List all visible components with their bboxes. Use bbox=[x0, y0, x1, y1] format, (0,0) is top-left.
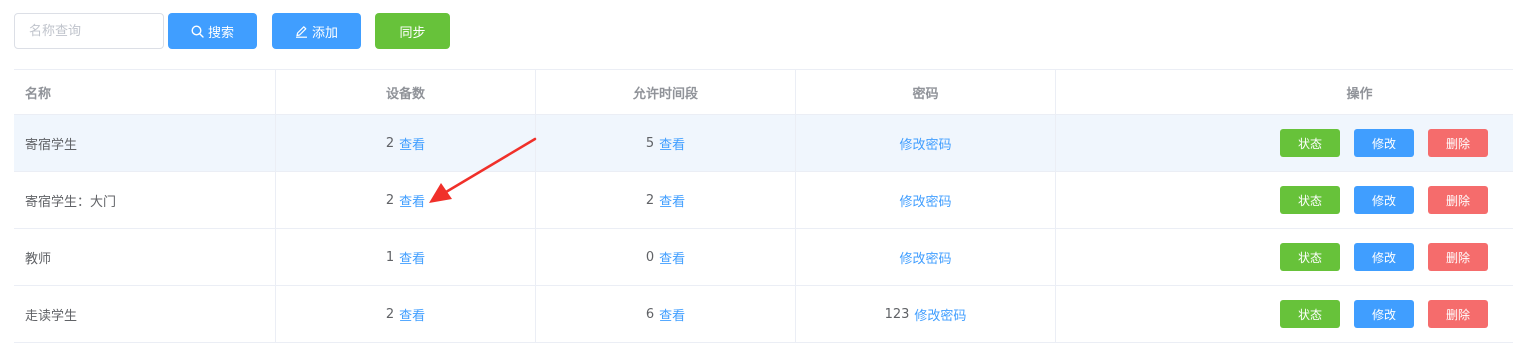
device-count: 1 bbox=[385, 249, 395, 265]
row-devices: 2 查看 bbox=[276, 115, 536, 171]
table-row: 教师 1 查看 0 查看 修改密码 状态 修改 删除 bbox=[14, 229, 1513, 286]
period-count: 5 bbox=[645, 135, 655, 151]
edit-button[interactable]: 修改 bbox=[1354, 243, 1414, 271]
row-actions: 状态 修改 删除 bbox=[1056, 286, 1513, 342]
sync-button[interactable]: 同步 bbox=[375, 13, 450, 49]
row-name: 教师 bbox=[14, 229, 276, 285]
delete-button[interactable]: 删除 bbox=[1428, 243, 1488, 271]
row-password: 123 修改密码 bbox=[796, 286, 1056, 342]
period-count: 6 bbox=[645, 306, 655, 322]
row-actions: 状态 修改 删除 bbox=[1056, 115, 1513, 171]
table-row: 走读学生 2 查看 6 查看 123 修改密码 状态 修改 删除 bbox=[14, 286, 1513, 343]
period-count: 0 bbox=[645, 249, 655, 265]
edit-button[interactable]: 修改 bbox=[1354, 129, 1414, 157]
view-devices-link[interactable]: 查看 bbox=[399, 191, 425, 210]
row-periods: 5 查看 bbox=[536, 115, 796, 171]
row-devices: 2 查看 bbox=[276, 286, 536, 342]
device-count: 2 bbox=[385, 135, 395, 151]
view-periods-link[interactable]: 查看 bbox=[659, 191, 685, 210]
header-periods: 允许时间段 bbox=[536, 70, 796, 114]
edit-button[interactable]: 修改 bbox=[1354, 300, 1414, 328]
table-header: 名称 设备数 允许时间段 密码 操作 bbox=[14, 70, 1513, 115]
add-button[interactable]: 添加 bbox=[272, 13, 361, 49]
edit-pen-icon bbox=[295, 25, 308, 38]
delete-button[interactable]: 删除 bbox=[1428, 300, 1488, 328]
row-name: 寄宿学生：大门 bbox=[14, 172, 276, 228]
row-name: 寄宿学生 bbox=[14, 115, 276, 171]
view-periods-link[interactable]: 查看 bbox=[659, 305, 685, 324]
change-password-link[interactable]: 修改密码 bbox=[914, 305, 966, 324]
header-devices: 设备数 bbox=[276, 70, 536, 114]
table-row: 寄宿学生：大门 2 查看 2 查看 修改密码 状态 修改 删除 bbox=[14, 172, 1513, 229]
delete-button[interactable]: 删除 bbox=[1428, 129, 1488, 157]
view-devices-link[interactable]: 查看 bbox=[399, 305, 425, 324]
groups-table: 名称 设备数 允许时间段 密码 操作 寄宿学生 2 查看 5 查看 修改密码 状… bbox=[14, 69, 1513, 343]
password-value: 123 bbox=[884, 306, 910, 322]
header-actions: 操作 bbox=[1346, 86, 1373, 102]
row-periods: 0 查看 bbox=[536, 229, 796, 285]
search-button[interactable]: 搜索 bbox=[168, 13, 257, 49]
header-name: 名称 bbox=[14, 70, 276, 114]
row-devices: 1 查看 bbox=[276, 229, 536, 285]
row-name: 走读学生 bbox=[14, 286, 276, 342]
row-periods: 2 查看 bbox=[536, 172, 796, 228]
edit-button[interactable]: 修改 bbox=[1354, 186, 1414, 214]
view-devices-link[interactable]: 查看 bbox=[399, 134, 425, 153]
search-button-label: 搜索 bbox=[207, 25, 234, 41]
add-button-label: 添加 bbox=[311, 25, 338, 41]
status-button[interactable]: 状态 bbox=[1280, 243, 1340, 271]
view-periods-link[interactable]: 查看 bbox=[659, 248, 685, 267]
period-count: 2 bbox=[645, 192, 655, 208]
row-password: 修改密码 bbox=[796, 172, 1056, 228]
view-periods-link[interactable]: 查看 bbox=[659, 134, 685, 153]
status-button[interactable]: 状态 bbox=[1280, 186, 1340, 214]
delete-button[interactable]: 删除 bbox=[1428, 186, 1488, 214]
device-count: 2 bbox=[385, 192, 395, 208]
table-row: 寄宿学生 2 查看 5 查看 修改密码 状态 修改 删除 bbox=[14, 115, 1513, 172]
row-periods: 6 查看 bbox=[536, 286, 796, 342]
row-password: 修改密码 bbox=[796, 115, 1056, 171]
search-icon bbox=[191, 24, 204, 38]
row-actions: 状态 修改 删除 bbox=[1056, 172, 1513, 228]
search-input[interactable] bbox=[14, 13, 164, 49]
row-password: 修改密码 bbox=[796, 229, 1056, 285]
sync-button-label: 同步 bbox=[399, 25, 426, 41]
change-password-link[interactable]: 修改密码 bbox=[899, 248, 951, 267]
row-actions: 状态 修改 删除 bbox=[1056, 229, 1513, 285]
view-devices-link[interactable]: 查看 bbox=[399, 248, 425, 267]
status-button[interactable]: 状态 bbox=[1280, 300, 1340, 328]
toolbar: 搜索 添加 同步 bbox=[14, 13, 450, 49]
change-password-link[interactable]: 修改密码 bbox=[899, 191, 951, 210]
status-button[interactable]: 状态 bbox=[1280, 129, 1340, 157]
row-devices: 2 查看 bbox=[276, 172, 536, 228]
header-password: 密码 bbox=[796, 70, 1056, 114]
change-password-link[interactable]: 修改密码 bbox=[899, 134, 951, 153]
device-count: 2 bbox=[385, 306, 395, 322]
